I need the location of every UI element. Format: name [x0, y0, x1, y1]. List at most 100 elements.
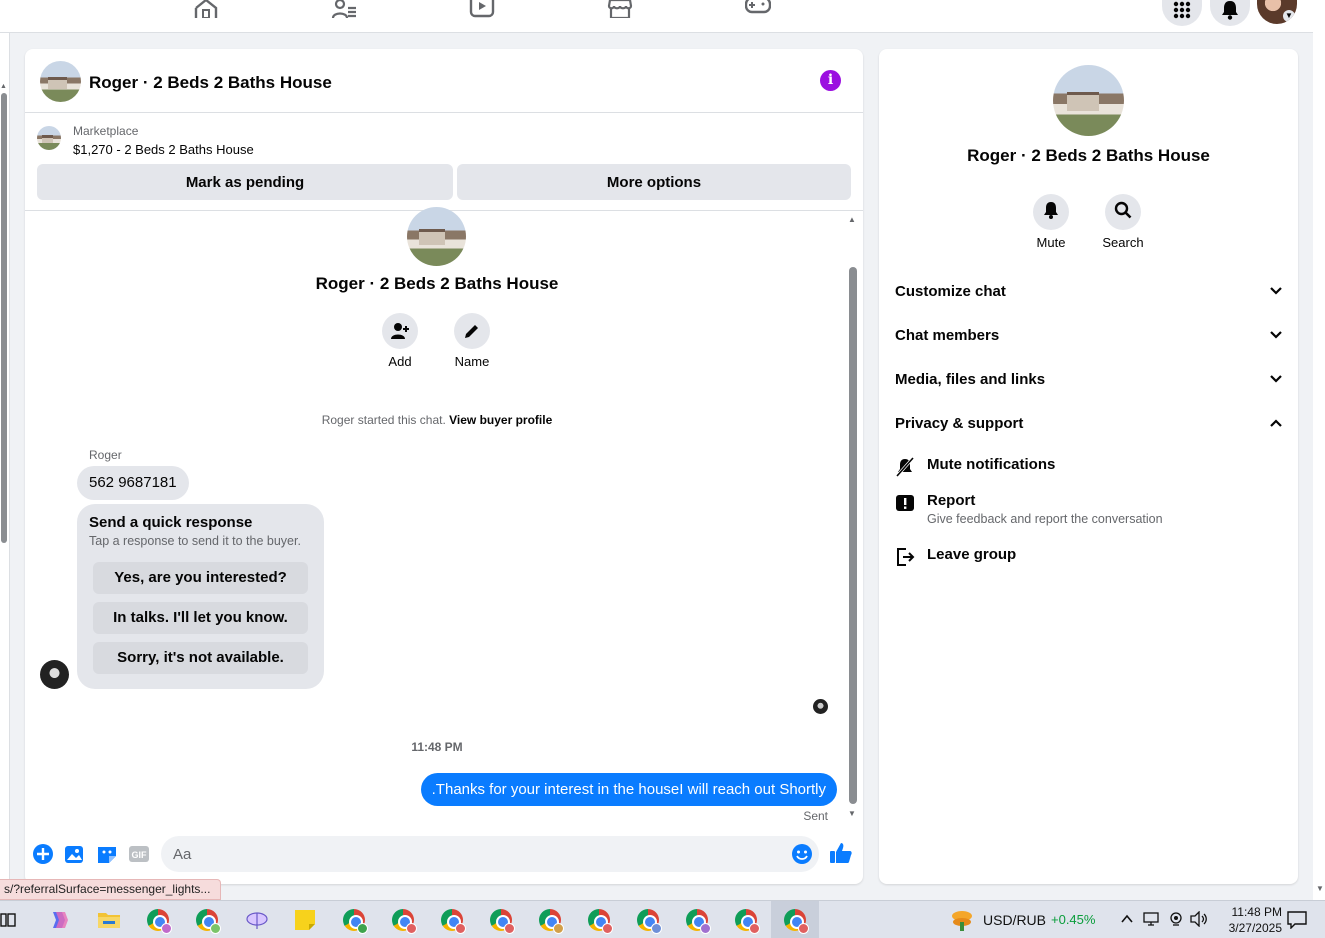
copilot-icon[interactable]	[48, 909, 70, 931]
chrome-icon[interactable]	[196, 909, 221, 934]
network-icon[interactable]	[1143, 911, 1161, 927]
chat-panel: Roger · 2 Beds 2 Baths House i Marketpla…	[25, 49, 863, 884]
sender-avatar[interactable]	[40, 660, 69, 689]
quick-response-subtitle: Tap a response to send it to the buyer.	[89, 534, 301, 548]
sent-status: Sent	[803, 809, 828, 823]
edit-name-button[interactable]	[454, 313, 490, 349]
chrome-icon[interactable]	[147, 909, 172, 934]
image-icon[interactable]	[64, 843, 86, 865]
chrome-icon[interactable]	[539, 909, 564, 934]
friends-icon[interactable]	[331, 0, 357, 19]
scrollbar-thumb[interactable]	[1, 93, 7, 543]
app-icon[interactable]	[245, 909, 268, 931]
sticky-notes-icon[interactable]	[294, 909, 316, 931]
chrome-icon[interactable]	[686, 909, 711, 934]
chevron-down-icon	[1270, 375, 1282, 383]
section-label: Chat members	[895, 326, 1000, 344]
account-avatar[interactable]: ▼	[1257, 0, 1297, 24]
chrome-icon[interactable]	[637, 909, 662, 934]
quick-response-option[interactable]: Sorry, it's not available.	[93, 642, 308, 674]
search-icon	[1114, 201, 1132, 224]
clock-date: 3/27/2025	[1228, 921, 1282, 935]
listing-thumbnail[interactable]	[37, 126, 61, 150]
chat-members-section[interactable]: Chat members	[895, 323, 1283, 347]
scrollbar-thumb[interactable]	[849, 267, 857, 804]
chrome-icon[interactable]	[490, 909, 515, 934]
info-avatar[interactable]	[1053, 65, 1124, 136]
chat-title[interactable]: Roger · 2 Beds 2 Baths House	[89, 73, 332, 93]
marketplace-icon[interactable]	[607, 0, 633, 20]
chrome-icon[interactable]	[784, 909, 809, 934]
more-options-button[interactable]: More options	[457, 164, 851, 200]
report-icon	[896, 495, 914, 511]
chrome-icon[interactable]	[392, 909, 417, 934]
right-scrollbar[interactable]: ▼	[1313, 0, 1325, 900]
file-explorer-icon[interactable]	[97, 909, 120, 931]
camera-icon[interactable]	[1168, 911, 1184, 927]
chevron-down-icon: ▼	[1283, 10, 1295, 22]
notifications-icon[interactable]	[1210, 0, 1250, 26]
mark-pending-button[interactable]: Mark as pending	[37, 164, 453, 200]
report-item[interactable]: Report Give feedback and report the conv…	[895, 492, 1163, 526]
mute-notifications-item[interactable]: Mute notifications	[895, 456, 1055, 477]
scroll-down-icon[interactable]: ▼	[1316, 884, 1324, 893]
outgoing-message[interactable]: .Thanks for your interest in the houseI …	[420, 773, 837, 806]
listing-title[interactable]: $1,270 - 2 Beds 2 Baths House	[73, 142, 254, 157]
leave-icon	[897, 548, 915, 566]
seen-receipt-avatar	[813, 699, 828, 714]
task-view-icon[interactable]	[0, 912, 16, 928]
scroll-up-icon[interactable]: ▲	[848, 215, 856, 224]
message-input[interactable]	[161, 836, 761, 872]
section-label: Privacy & support	[895, 414, 1024, 432]
scroll-up-icon[interactable]: ▲	[0, 83, 7, 90]
section-label: Customize chat	[895, 282, 1006, 300]
currency-widget-icon[interactable]	[950, 908, 972, 931]
emoji-icon[interactable]	[791, 843, 813, 865]
notification-center-icon[interactable]	[1287, 911, 1307, 930]
menu-grid-icon[interactable]	[1162, 0, 1202, 26]
name-label: Name	[454, 354, 490, 369]
home-icon[interactable]	[193, 0, 219, 19]
sender-name: Roger	[89, 448, 122, 462]
plus-icon[interactable]	[32, 843, 54, 865]
gif-icon[interactable]: GIF	[128, 843, 150, 865]
chat-started-notice: Roger started this chat. View buyer prof…	[25, 413, 849, 427]
message-composer: GIF	[25, 833, 863, 877]
currency-pair[interactable]: USD/RUB	[983, 912, 1046, 928]
view-buyer-profile-link[interactable]: View buyer profile	[449, 413, 552, 427]
system-clock[interactable]: 11:48 PM 3/27/2025	[1200, 904, 1282, 936]
search-button[interactable]	[1105, 194, 1141, 230]
chrome-icon[interactable]	[735, 909, 760, 934]
video-icon[interactable]	[469, 0, 495, 18]
leave-group-item[interactable]: Leave group	[895, 546, 1016, 567]
chevron-up-icon	[1270, 419, 1282, 427]
intro-title: Roger · 2 Beds 2 Baths House	[315, 274, 559, 293]
sticker-icon[interactable]	[96, 843, 118, 865]
svg-text:GIF: GIF	[132, 850, 148, 860]
media-files-links-section[interactable]: Media, files and links	[895, 367, 1283, 391]
chrome-icon[interactable]	[588, 909, 613, 934]
conversation-avatar[interactable]	[40, 61, 81, 102]
chrome-icon[interactable]	[441, 909, 466, 934]
info-icon[interactable]: i	[820, 70, 841, 91]
mute-button[interactable]	[1033, 194, 1069, 230]
quick-response-option[interactable]: Yes, are you interested?	[93, 562, 308, 594]
like-icon[interactable]	[829, 841, 852, 863]
scroll-down-icon[interactable]: ▼	[848, 809, 856, 818]
gaming-icon[interactable]	[744, 0, 772, 18]
marketplace-label: Marketplace	[73, 124, 139, 138]
chat-scrollbar[interactable]: ▲ ▼	[847, 215, 859, 820]
add-people-button[interactable]	[382, 313, 418, 349]
add-label: Add	[388, 354, 412, 369]
chrome-icon[interactable]	[343, 909, 368, 934]
status-bar-url: s/?referralSurface=messenger_lights...	[0, 879, 222, 900]
quick-response-option[interactable]: In talks. I'll let you know.	[93, 602, 308, 634]
incoming-message[interactable]: 562 9687181	[77, 466, 189, 500]
customize-chat-section[interactable]: Customize chat	[895, 279, 1283, 303]
started-text: Roger started this chat.	[321, 413, 446, 427]
chevron-up-icon[interactable]	[1120, 912, 1134, 926]
left-scrollbar[interactable]: ▲	[0, 33, 10, 883]
privacy-support-section[interactable]: Privacy & support	[895, 411, 1283, 435]
conversation-info-panel: Roger · 2 Beds 2 Baths House Mute Search…	[879, 49, 1298, 884]
top-navigation: ▼	[0, 0, 1313, 33]
